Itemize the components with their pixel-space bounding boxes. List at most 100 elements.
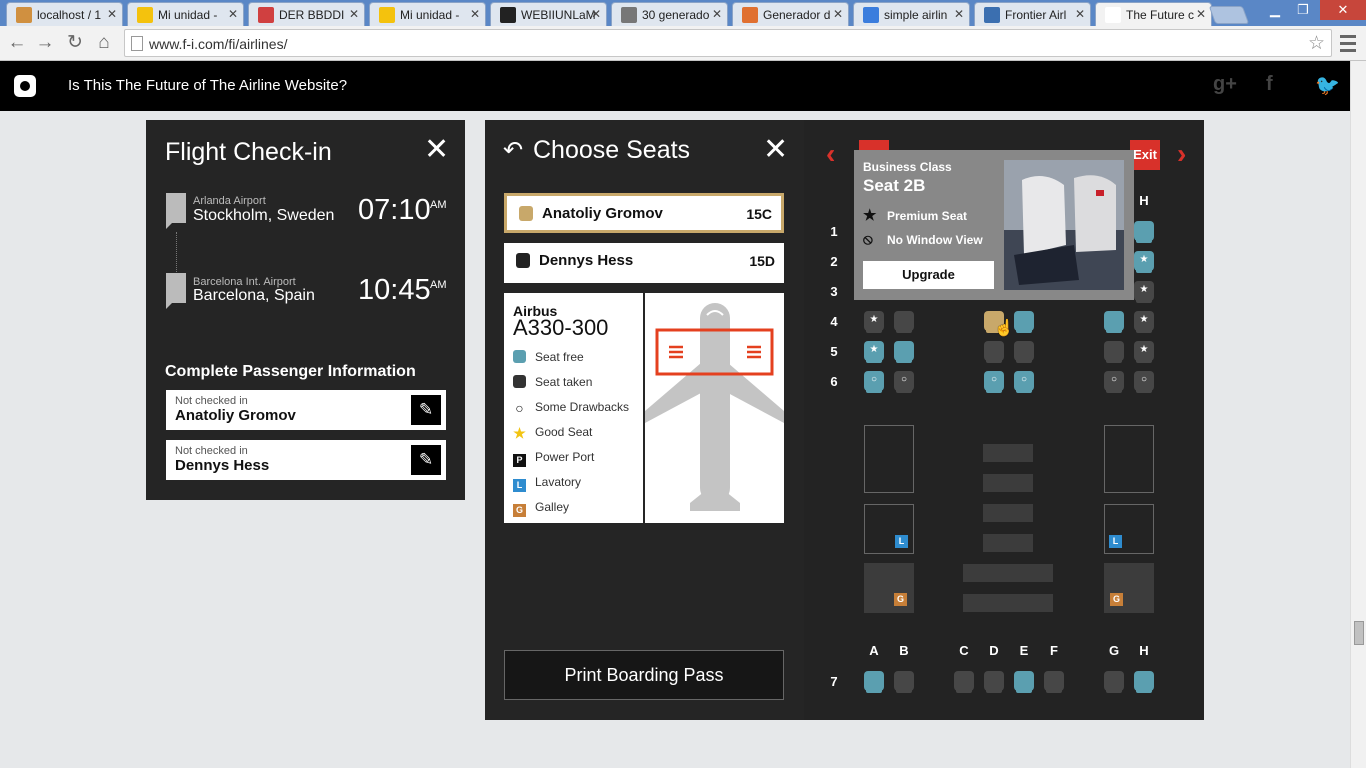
seat-taken[interactable]: ★ [1134, 341, 1154, 363]
close-seats-icon[interactable]: ✕ [763, 135, 788, 165]
seat-taken[interactable]: ★ [1134, 281, 1154, 303]
close-window-button[interactable]: ✕ [1320, 0, 1366, 20]
prev-arrow-icon[interactable]: ‹ [826, 138, 835, 170]
site-logo-icon[interactable] [14, 75, 36, 97]
facebook-icon[interactable]: f [1266, 73, 1273, 96]
tab-close-icon[interactable]: ✕ [349, 7, 359, 21]
tooltip-feature: ⦸ No Window View [863, 231, 983, 248]
browser-tab[interactable]: 30 generado ✕ [611, 2, 728, 26]
address-bar[interactable]: www.f-i.com/fi/airlines/ ☆ [124, 29, 1332, 57]
seat-taken[interactable]: ○ [1104, 371, 1124, 393]
seat-taken[interactable]: ○ [894, 371, 914, 393]
browser-tab[interactable]: Frontier Airl ✕ [974, 2, 1091, 26]
seat-free[interactable] [1134, 671, 1154, 693]
seat-free[interactable] [894, 341, 914, 363]
edit-pencil-icon[interactable]: ✎ [411, 445, 441, 475]
tab-close-icon[interactable]: ✕ [591, 7, 601, 21]
browser-tab[interactable]: The Future c ✕ [1095, 2, 1212, 26]
seat-free[interactable]: ○ [984, 371, 1004, 393]
tooltip-feature: ★ Premium Seat [863, 207, 968, 224]
url-text[interactable]: www.f-i.com/fi/airlines/ [149, 36, 287, 52]
seat-free[interactable] [1014, 311, 1034, 333]
tab-close-icon[interactable]: ✕ [470, 7, 480, 21]
tab-favicon-icon [863, 7, 879, 23]
drawback-icon: ○ [870, 374, 878, 385]
row-label: 7 [830, 674, 838, 689]
seat-photo [1004, 160, 1124, 290]
seat-taken[interactable] [894, 311, 914, 333]
home-icon[interactable]: ⌂ [92, 31, 116, 55]
bookmark-star-icon[interactable]: ☆ [1308, 32, 1325, 55]
exit-marker-right: Exit [1130, 140, 1160, 170]
tab-close-icon[interactable]: ✕ [712, 7, 722, 21]
seat-free[interactable] [1014, 671, 1034, 693]
seat-taken[interactable]: ★ [1134, 311, 1154, 333]
reload-icon[interactable]: ↻ [63, 31, 87, 55]
edit-pencil-icon[interactable]: ✎ [411, 395, 441, 425]
twitter-icon[interactable]: 🐦 [1315, 73, 1340, 98]
seat-passenger-row-selected[interactable]: Anatoliy Gromov 15C [504, 193, 784, 233]
tab-close-icon[interactable]: ✕ [954, 7, 964, 21]
google-plus-icon[interactable]: g+ [1213, 73, 1237, 96]
seat-taken[interactable] [1044, 671, 1064, 693]
site-title[interactable]: Is This The Future of The Airline Websit… [68, 77, 347, 94]
seat-taken[interactable] [1104, 341, 1124, 363]
minimize-button[interactable]: ▁ [1262, 0, 1288, 20]
back-icon[interactable]: ← [5, 31, 29, 55]
legend-item: L Lavatory [513, 475, 581, 492]
maximize-button[interactable]: ❐ [1290, 0, 1316, 20]
seat-taken[interactable] [1014, 341, 1034, 363]
seat-passenger-row[interactable]: Dennys Hess 15D [504, 243, 784, 283]
next-arrow-icon[interactable]: › [1177, 138, 1186, 170]
browser-tab[interactable]: Generador d ✕ [732, 2, 849, 26]
tab-favicon-icon [137, 7, 153, 23]
close-checkin-icon[interactable]: ✕ [424, 135, 449, 165]
scrollbar-thumb[interactable] [1354, 621, 1364, 645]
browser-tab[interactable]: simple airlin ✕ [853, 2, 970, 26]
seat-taken[interactable] [894, 671, 914, 693]
legend-item: ★ Good Seat [513, 425, 592, 440]
undo-back-icon[interactable]: ↶ [503, 136, 523, 165]
seat-free[interactable]: ○ [1014, 371, 1034, 393]
passenger-card[interactable]: Not checked in Anatoliy Gromov ✎ [166, 390, 446, 430]
galley-right: G [1104, 563, 1154, 613]
seat-free[interactable] [1134, 221, 1154, 243]
new-tab-button[interactable] [1208, 6, 1250, 24]
browser-menu-icon[interactable] [1338, 31, 1358, 55]
browser-tab[interactable]: WEBIIUNLaM ✕ [490, 2, 607, 26]
upgrade-button[interactable]: Upgrade [863, 261, 994, 289]
seat-taken[interactable] [954, 671, 974, 693]
print-boarding-pass-button[interactable]: Print Boarding Pass [504, 650, 784, 700]
tab-close-icon[interactable]: ✕ [1075, 7, 1085, 21]
seat-free[interactable] [1104, 311, 1124, 333]
tab-close-icon[interactable]: ✕ [107, 7, 117, 21]
seat-taken-icon [516, 253, 530, 268]
browser-tab[interactable]: DER BBDDI ✕ [248, 2, 365, 26]
seat-free[interactable]: ★ [864, 341, 884, 363]
forward-icon[interactable]: → [33, 31, 57, 55]
seat-free[interactable]: ○ [864, 371, 884, 393]
tab-title: Generador d [763, 8, 831, 22]
seat-free[interactable] [864, 671, 884, 693]
seat-taken[interactable] [984, 341, 1004, 363]
passenger-card[interactable]: Not checked in Dennys Hess ✎ [166, 440, 446, 480]
lavatory-left: L [864, 504, 914, 554]
seat-taken[interactable] [984, 671, 1004, 693]
browser-tab[interactable]: Mi unidad - ✕ [127, 2, 244, 26]
seat-taken[interactable]: ★ [864, 311, 884, 333]
seat-free[interactable]: ★ [1134, 251, 1154, 273]
page-scrollbar[interactable] [1350, 61, 1366, 768]
tab-close-icon[interactable]: ✕ [228, 7, 238, 21]
tab-close-icon[interactable]: ✕ [833, 7, 843, 21]
star-icon: ★ [1139, 284, 1149, 295]
browser-tab[interactable]: localhost / 1 ✕ [6, 2, 123, 26]
seat-taken[interactable]: ○ [1134, 371, 1154, 393]
seat-taken[interactable] [1104, 671, 1124, 693]
drawback-icon: ○ [990, 374, 998, 385]
center-galley [963, 594, 1053, 612]
browser-tab[interactable]: Mi unidad - ✕ [369, 2, 486, 26]
aircraft-mini-map[interactable] [645, 293, 784, 523]
row-label: 3 [830, 284, 838, 299]
tab-close-icon[interactable]: ✕ [1196, 7, 1206, 21]
drawback-icon: ○ [515, 400, 524, 416]
